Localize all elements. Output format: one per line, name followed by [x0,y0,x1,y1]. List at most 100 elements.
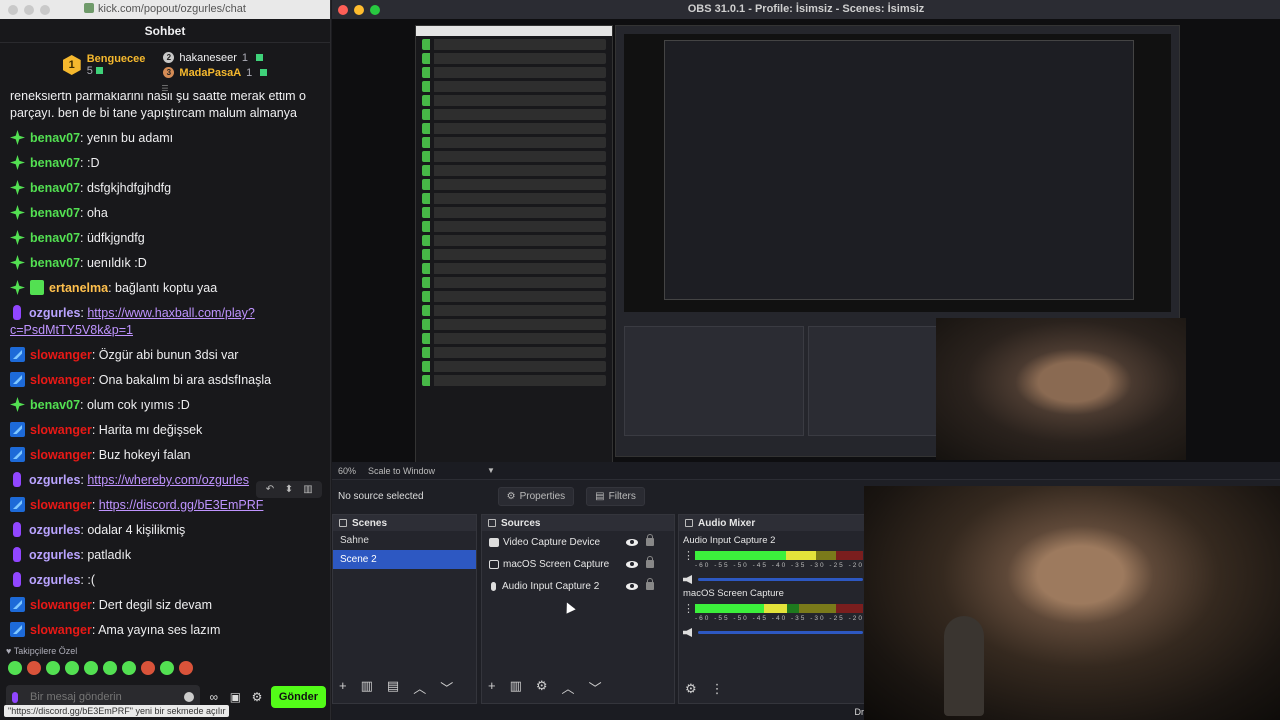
chat-username[interactable]: slowanger [30,423,92,437]
chat-message[interactable]: slowanger: Ona bakalım bi ara asdsfInaşl… [0,368,330,393]
leaderboard-third[interactable]: 3 MadaPasaA 1 [163,67,268,79]
chat-username[interactable]: ertanelma [49,281,108,295]
chat-message[interactable]: slowanger: Özgür abi bunun 3dsi var [0,343,330,368]
chat-message[interactable]: slowanger: Harita mı değişsek [0,418,330,443]
undo-icon[interactable]: ↶ [262,484,278,495]
emote-icon[interactable] [8,661,22,675]
visibility-eye-icon[interactable] [626,560,638,568]
chat-username[interactable]: slowanger [30,348,92,362]
chat-message[interactable]: ozgurles: :( [0,568,330,593]
lock-icon[interactable] [646,578,654,590]
chat-message[interactable]: slowanger: Buz hokeyi falan [0,443,330,468]
emote-icon[interactable] [65,661,79,675]
emote-icon[interactable] [103,661,117,675]
trash-icon[interactable]: ▥ [300,484,316,495]
chat-username[interactable]: ozgurles [29,306,80,320]
speaker-icon[interactable] [683,575,692,584]
chat-message-link[interactable]: https://discord.gg/bE3EmPRF [99,498,264,512]
chat-username[interactable]: benav07 [30,256,80,270]
chat-message-input[interactable] [30,691,172,703]
zoom-level[interactable]: 60% [338,466,356,476]
kebab-menu-icon[interactable]: ⋮ [711,681,724,697]
leaderboard-second[interactable]: 2 hakaneseer 1 [163,52,267,64]
chat-username[interactable]: benav07 [30,131,80,145]
smile-icon[interactable] [184,692,194,702]
chat-message[interactable]: reneksiertn parmakiarini nasii şu saatte… [0,92,330,126]
gift-icon[interactable]: ▣ [228,690,244,704]
source-item[interactable]: Video Capture Device [482,531,674,553]
properties-button[interactable]: ⚙ Properties [497,486,575,506]
scene-item[interactable]: Sahne [333,531,476,550]
leaderboard-first[interactable]: 1 Benguecee 5 [62,53,145,77]
chat-username[interactable]: slowanger [30,498,92,512]
chat-username[interactable]: benav07 [30,156,80,170]
chevron-up-icon[interactable]: ︿ [562,678,575,697]
visibility-eye-icon[interactable] [626,582,638,590]
filter-icon[interactable]: ▤ [387,678,399,697]
volume-slider[interactable] [698,631,863,634]
emote-icon[interactable] [160,661,174,675]
trash-icon[interactable]: ▥ [361,678,373,697]
close-window-button[interactable] [8,4,18,15]
volume-slider[interactable] [698,578,863,581]
scale-mode-select[interactable]: Scale to Window [368,466,435,476]
chat-username[interactable]: slowanger [30,373,92,387]
lock-icon[interactable] [646,534,654,546]
chat-message[interactable]: slowanger: Dert degil siz devam [0,593,330,618]
zoom-window-button[interactable] [40,4,50,15]
chat-message[interactable]: benav07: uenıldık :D [0,251,330,276]
chat-message[interactable]: benav07: dsfgkjhdfgjhdfg [0,176,330,201]
chat-message[interactable]: benav07: olum cok ıyımıs :D [0,393,330,418]
emote-icon[interactable] [122,661,136,675]
emote-icon[interactable] [46,661,60,675]
add-icon[interactable]: + [488,678,496,697]
scene-item[interactable]: Scene 2 [333,550,476,569]
gear-icon[interactable]: ⚙ [536,678,548,697]
filters-button[interactable]: ▤ Filters [586,486,645,506]
infinity-icon[interactable]: ∞ [206,690,222,704]
chat-message[interactable]: ozgurles: https://www.haxball.com/play?c… [0,301,330,343]
chat-message[interactable]: slowanger: Ama yayına ses lazım [0,618,330,642]
chat-username[interactable]: benav07 [30,231,80,245]
source-item[interactable]: macOS Screen Capture [482,553,674,575]
minimize-window-button[interactable] [24,4,34,15]
chevron-down-icon[interactable]: ▼ [487,466,495,475]
window-controls[interactable] [8,4,50,15]
kebab-menu-icon[interactable]: ⋮ [683,549,694,562]
chat-username[interactable]: slowanger [30,448,92,462]
chat-username[interactable]: slowanger [30,623,92,637]
emote-icon[interactable] [179,661,193,675]
chat-username[interactable]: benav07 [30,398,80,412]
chat-message[interactable]: ozgurles: patladık [0,543,330,568]
chat-message[interactable]: ozgurles: odalar 4 kişilikmiş [0,518,330,543]
chevron-down-icon[interactable]: ﹀ [589,678,602,697]
chat-username[interactable]: ozgurles [29,523,80,537]
pin-icon[interactable]: ⬍ [281,484,297,495]
source-item[interactable]: Audio Input Capture 2 [482,575,674,597]
chat-message[interactable]: benav07: üdfkjgndfg [0,226,330,251]
chat-message[interactable]: benav07: oha [0,201,330,226]
send-button[interactable]: Gönder [270,686,326,708]
chat-username[interactable]: ozgurles [29,573,80,587]
visibility-eye-icon[interactable] [626,538,638,546]
chat-message[interactable]: benav07: :D [0,151,330,176]
speaker-icon[interactable] [683,628,692,637]
kebab-menu-icon[interactable]: ⋮ [683,602,694,615]
emote-icon[interactable] [84,661,98,675]
chat-message[interactable]: benav07: yenın bu adamı [0,126,330,151]
chat-message-link[interactable]: https://whereby.com/ozgurles [87,473,249,487]
add-icon[interactable]: + [339,678,347,697]
emote-icon[interactable] [141,661,155,675]
gear-icon[interactable]: ⚙ [685,681,697,697]
emote-icon[interactable] [27,661,41,675]
chat-username[interactable]: ozgurles [29,473,80,487]
trash-icon[interactable]: ▥ [510,678,522,697]
chevron-down-icon[interactable]: ﹀ [440,678,453,697]
obs-preview-canvas[interactable] [332,19,1280,477]
chat-message-list[interactable]: reneksiertn parmakiarini nasii şu saatte… [0,92,330,642]
chat-username[interactable]: benav07 [30,181,80,195]
chat-message[interactable]: ertanelma: bağlantı koptu yaa [0,276,330,301]
chat-username[interactable]: benav07 [30,206,80,220]
chat-username[interactable]: slowanger [30,598,92,612]
gear-icon[interactable]: ⚙ [249,690,265,704]
